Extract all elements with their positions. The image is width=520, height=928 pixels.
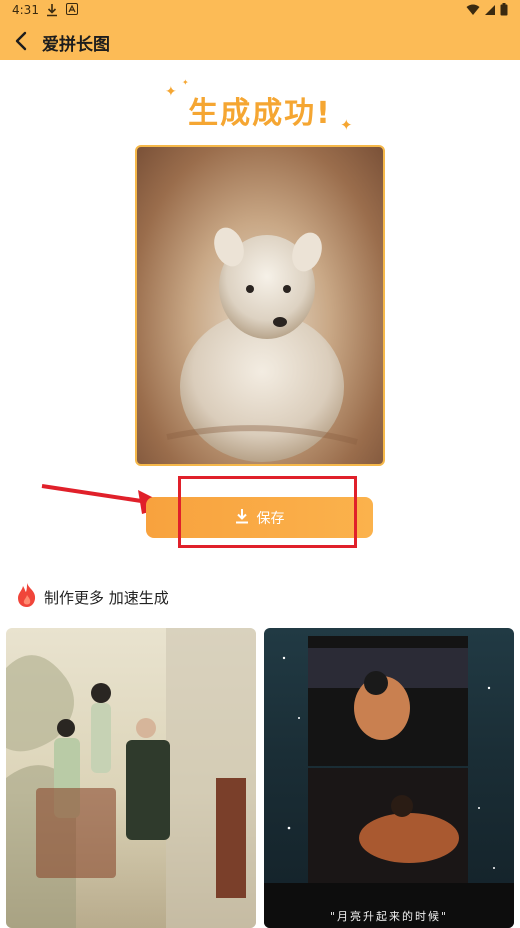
page-title: 爱拼长图 <box>42 35 110 55</box>
signal-icon <box>484 4 496 19</box>
card-caption: "月亮升起来的时候" <box>329 910 449 923</box>
wifi-icon <box>466 4 480 19</box>
make-more-section: 制作更多 加速生成 <box>16 582 169 612</box>
app-toolbar: 爱拼长图 <box>0 22 520 60</box>
template-card[interactable]: "月亮升起来的时候" <box>264 628 514 928</box>
template-card[interactable] <box>6 628 256 928</box>
download-status-icon <box>46 3 58 20</box>
make-more-label: 制作更多 加速生成 <box>44 588 169 607</box>
battery-icon <box>500 3 508 19</box>
fire-icon <box>16 582 38 612</box>
sparkle-small-icon: ✦ <box>182 78 189 87</box>
sparkle-right-icon: ✦ <box>340 116 353 134</box>
notification-a-icon <box>66 3 78 20</box>
back-arrow-icon[interactable] <box>10 29 34 53</box>
red-highlight-box <box>178 476 357 548</box>
generated-image-preview <box>135 145 385 466</box>
success-title: 生成成功! <box>188 96 332 131</box>
status-bar: 4:31 <box>0 0 520 22</box>
status-time: 4:31 <box>12 3 39 17</box>
